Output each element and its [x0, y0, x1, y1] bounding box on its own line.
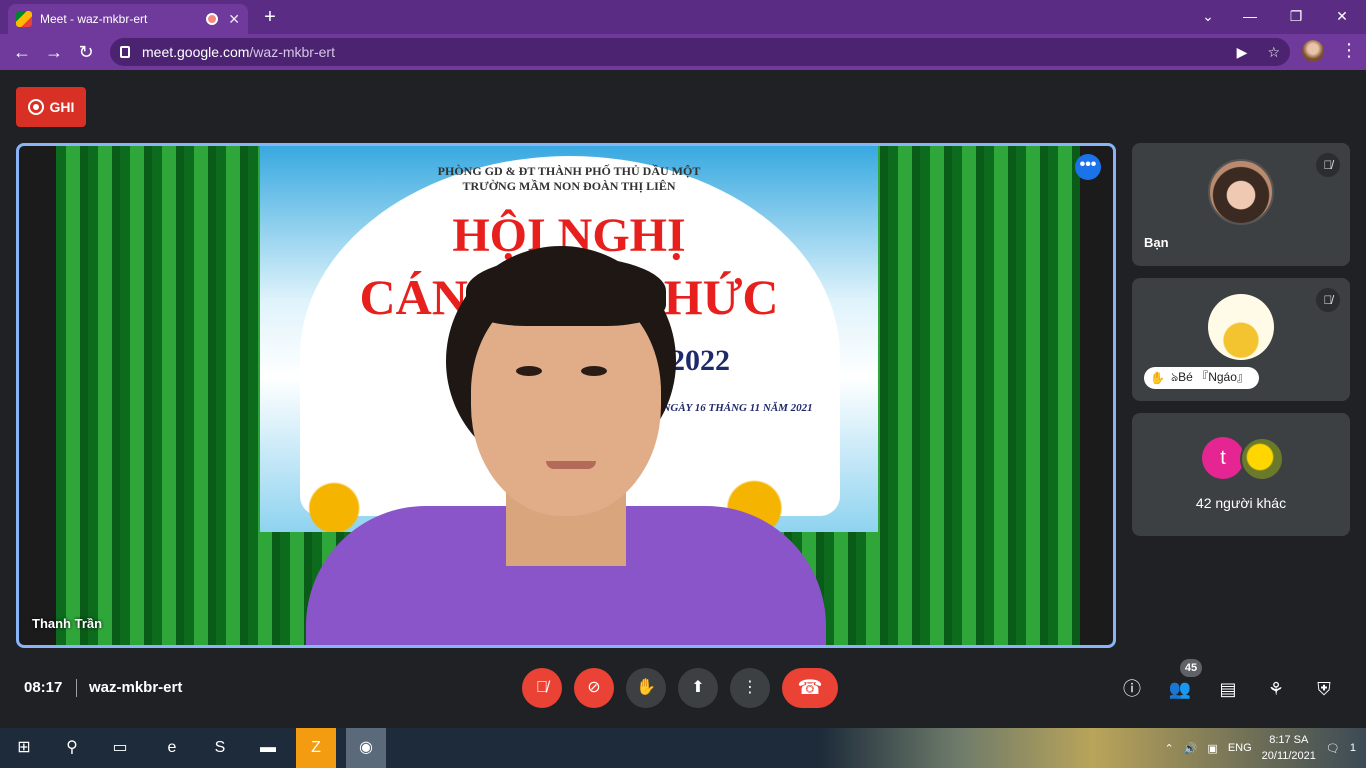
network-icon[interactable]: ▣: [1207, 742, 1217, 755]
raise-hand-button[interactable]: ✋: [626, 668, 666, 708]
participant-count-badge: 45: [1180, 659, 1202, 677]
new-tab-button[interactable]: +: [258, 4, 282, 30]
avatar: [1240, 437, 1284, 481]
avatar: [1208, 159, 1274, 225]
browser-titlebar: Meet - waz-mkbr-ert ✕ + ⌄ — ❐ ✕: [0, 0, 1366, 34]
record-icon: [27, 99, 44, 115]
notification-count: 1: [1349, 742, 1356, 754]
meet-favicon-icon: [16, 11, 32, 27]
camera-icon[interactable]: ▶: [1237, 44, 1248, 61]
participant-video: [306, 246, 826, 645]
tab-title: Meet - waz-mkbr-ert: [40, 12, 148, 26]
close-window-button[interactable]: ✕: [1322, 4, 1362, 28]
participant-tile-be-ngao[interactable]: 🎙̸ ✋ ঌBé 『Ngáo』: [1132, 278, 1350, 401]
avatar: [1208, 294, 1274, 360]
others-count-label: 42 người khác: [1195, 495, 1287, 511]
divider: [76, 679, 77, 697]
participant-name-chip: ✋ ঌBé 『Ngáo』: [1144, 367, 1259, 389]
chevron-up-icon[interactable]: ⌃: [1164, 742, 1173, 755]
video-feed: PHÒNG GD & ĐT THÀNH PHỐ THỦ DẦU MỘT TRƯỜ…: [56, 146, 1080, 645]
minimize-button[interactable]: —: [1230, 4, 1270, 28]
main-video-tile[interactable]: PHÒNG GD & ĐT THÀNH PHỐ THỦ DẦU MỘT TRƯỜ…: [16, 143, 1116, 648]
activities-icon[interactable]: ⚘: [1263, 676, 1289, 702]
back-arrow-icon[interactable]: ←: [10, 40, 34, 64]
zalo-icon[interactable]: Z: [296, 728, 336, 768]
reload-icon[interactable]: ↻: [74, 40, 98, 64]
task-view-icon[interactable]: ▭: [100, 728, 140, 768]
search-icon[interactable]: ⚲: [52, 728, 92, 768]
participant-tile-you[interactable]: 🎙̸ Bạn: [1132, 143, 1350, 266]
banner-line-1: PHÒNG GD & ĐT THÀNH PHỐ THỦ DẦU MỘT: [437, 164, 701, 178]
chat-icon[interactable]: ▤: [1215, 676, 1241, 702]
people-icon[interactable]: 👥: [1167, 676, 1193, 702]
vertical-dots-icon: ⋮: [742, 679, 758, 696]
windows-taskbar: ⊞ ⚲ ▭ e S ▬ Z ◉ ⌃ 🔊 ▣ ENG 8:17 SA 20/11/…: [0, 728, 1366, 768]
more-options-icon[interactable]: •••: [1075, 154, 1101, 180]
recording-label: GHI: [49, 99, 75, 115]
volume-icon[interactable]: 🔊: [1184, 742, 1198, 755]
url-path: /waz-mkbr-ert: [249, 44, 335, 60]
host-controls-icon[interactable]: ⛨: [1311, 676, 1337, 702]
file-explorer-icon[interactable]: ▬: [248, 728, 288, 768]
browser-tab[interactable]: Meet - waz-mkbr-ert ✕: [8, 4, 248, 34]
camera-off-icon: ⊘: [587, 679, 601, 696]
profile-avatar[interactable]: [1302, 40, 1324, 62]
forward-arrow-icon[interactable]: →: [42, 40, 66, 64]
clock-date: 20/11/2021: [1261, 750, 1316, 762]
mic-off-icon: 🎙̸: [1316, 153, 1340, 177]
hand-icon: ✋: [636, 679, 656, 696]
clock-time: 8:17 SA: [1269, 734, 1309, 746]
lock-icon: [120, 46, 130, 58]
clock[interactable]: 8:17 SA 20/11/2021: [1262, 732, 1316, 764]
present-screen-icon: ⬆: [691, 679, 705, 696]
meeting-code: waz-mkbr-ert: [89, 679, 183, 696]
hang-up-icon: ☎: [797, 677, 823, 699]
participant-name: ঌBé 『Ngáo』: [1170, 369, 1249, 384]
chrome-icon[interactable]: ◉: [346, 728, 386, 768]
participant-name: Thanh Trần: [32, 616, 103, 631]
recording-button[interactable]: GHI: [16, 87, 86, 127]
tab-search-icon[interactable]: ⌄: [1188, 4, 1228, 28]
browser-menu-icon[interactable]: ⋮: [1340, 40, 1358, 64]
leave-call-button[interactable]: ☎: [782, 668, 838, 708]
camera-toggle-button[interactable]: ⊘: [574, 668, 614, 708]
recording-indicator-icon: [206, 13, 219, 25]
language-indicator[interactable]: ENG: [1228, 742, 1252, 754]
present-button[interactable]: ⬆: [678, 668, 718, 708]
banner-line-2: TRƯỜNG MẦM NON ĐOÀN THỊ LIÊN: [462, 179, 676, 193]
url-host: meet.google.com: [142, 44, 250, 60]
notification-icon[interactable]: 🗨: [1326, 742, 1340, 755]
tab-close-icon[interactable]: ✕: [228, 11, 240, 28]
mic-off-icon: 🎙̸: [1316, 288, 1340, 312]
maximize-button[interactable]: ❐: [1276, 4, 1316, 28]
edge-icon[interactable]: e: [152, 728, 192, 768]
windows-start-icon[interactable]: ⊞: [4, 728, 44, 768]
more-options-button[interactable]: ⋮: [730, 668, 770, 708]
info-icon[interactable]: ⓘ: [1119, 676, 1145, 702]
app-s-icon[interactable]: S: [200, 728, 240, 768]
address-bar[interactable]: meet.google.com /waz-mkbr-ert ▶ ☆: [110, 38, 1290, 66]
participant-name: Bạn: [1144, 235, 1169, 250]
browser-toolbar: ← → ↻ meet.google.com /waz-mkbr-ert ▶ ☆: [0, 34, 1366, 70]
mic-off-icon: 🎙̸: [536, 679, 548, 696]
avatar-letter: t: [1202, 437, 1244, 479]
bookmark-star-icon[interactable]: ☆: [1267, 44, 1280, 61]
meeting-time: 08:17: [24, 679, 63, 696]
system-tray: ⌃ 🔊 ▣ ENG 8:17 SA 20/11/2021 🗨 1: [1164, 728, 1366, 768]
others-tile[interactable]: t 42 người khác: [1132, 413, 1350, 536]
mic-toggle-button[interactable]: 🎙̸: [522, 668, 562, 708]
raised-hand-icon: ✋: [1150, 371, 1165, 385]
